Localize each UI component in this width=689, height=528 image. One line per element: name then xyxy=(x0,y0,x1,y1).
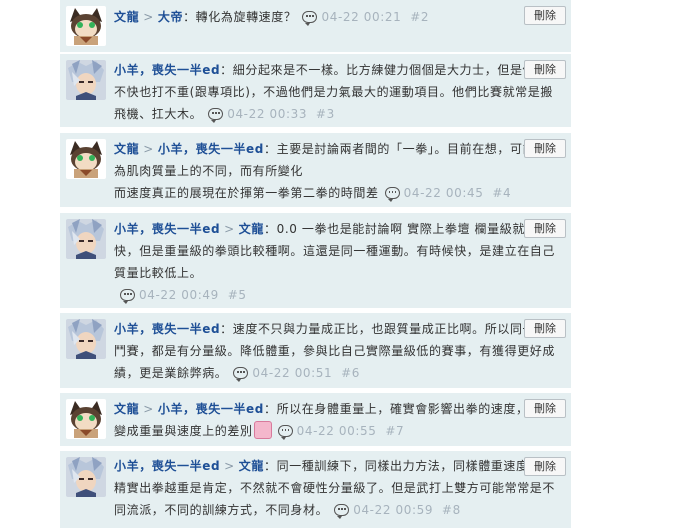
cat-avatar[interactable] xyxy=(66,399,106,439)
emoticon-icon xyxy=(253,421,272,439)
timestamp: 04-22 00:55 xyxy=(296,424,377,438)
comment-card: 文龍 > 小羊，喪失一半ed：所以在身體重量上，確實會影響出拳的速度，進而變成重量與… xyxy=(60,393,571,446)
username[interactable]: 小羊，喪失一半ed xyxy=(114,322,220,336)
reply-arrow: > xyxy=(224,459,235,473)
comment-card: 小羊，喪失一半ed：速度不只與力量成正比，也跟質量成正比啊。所以同一種格鬥賽，都… xyxy=(60,313,571,388)
username[interactable]: 小羊，喪失一半ed xyxy=(158,402,264,416)
timestamp: 04-22 00:45 xyxy=(403,186,484,200)
delete-button[interactable]: 刪除 xyxy=(524,399,566,418)
timestamp: 04-22 00:21 xyxy=(321,10,402,24)
comment-text: 小羊，喪失一半ed：速度不只與力量成正比，也跟質量成正比啊。所以同一種格鬥賽，都… xyxy=(114,318,565,384)
speech-bubble-icon[interactable] xyxy=(233,367,249,382)
comment-text: 小羊，喪失一半ed：細分起來是不一樣。比方練健力個個是大力士，但是他們跑不快也打… xyxy=(114,59,565,125)
delete-button[interactable]: 刪除 xyxy=(524,319,566,338)
speech-bubble-icon[interactable] xyxy=(208,108,224,123)
silver-hair-avatar[interactable] xyxy=(66,457,106,497)
cat-avatar[interactable] xyxy=(66,139,106,179)
comment-card: 文龍 > 小羊，喪失一半ed：主要是討論兩者間的「一拳」。目前在想，可能會因為肌肉質… xyxy=(60,133,571,207)
speech-bubble-icon[interactable] xyxy=(277,425,293,440)
silver-hair-avatar[interactable] xyxy=(66,60,106,100)
speech-bubble-icon[interactable] xyxy=(120,289,135,304)
silver-hair-avatar[interactable] xyxy=(66,219,106,259)
comment-text: 小羊，喪失一半ed > 文龍：同一種訓練下，同樣出力方法，同樣體重速度，越精實出拳越… xyxy=(114,455,565,521)
comment-thread: 文龍 > 大帝：轉化為旋轉速度？ 04-22 00:21 #2 刪除 小羊，喪失一半e… xyxy=(60,0,571,528)
username[interactable]: 小羊，喪失一半ed xyxy=(114,459,220,473)
username[interactable]: 文龍 xyxy=(114,142,139,156)
comment-text: 小羊，喪失一半ed > 文龍：0.0 一拳也是能討論啊 實際上拳壇 欄量級就是比較快… xyxy=(114,218,565,306)
comment-card: 小羊，喪失一半ed > 文龍：0.0 一拳也是能討論啊 實際上拳壇 欄量級就是比較快… xyxy=(60,213,571,308)
username[interactable]: 小羊，喪失一半ed xyxy=(114,222,220,236)
speech-bubble-icon[interactable] xyxy=(384,187,400,202)
comment-number: #5 xyxy=(227,288,247,302)
reply-arrow: > xyxy=(143,402,154,416)
comment-card: 文龍 > 大帝：轉化為旋轉速度？ 04-22 00:21 #2 刪除 xyxy=(60,0,571,52)
reply-arrow: > xyxy=(224,222,235,236)
comment-body: ：轉化為旋轉速度？ xyxy=(183,10,297,24)
comment-number: #7 xyxy=(385,424,405,438)
comment-text: 文龍 > 小羊，喪失一半ed：主要是討論兩者間的「一拳」。目前在想，可能會因為肌肉質… xyxy=(114,138,565,204)
comment-number: #2 xyxy=(410,10,430,24)
delete-button[interactable]: 刪除 xyxy=(524,457,566,476)
timestamp: 04-22 00:33 xyxy=(227,107,308,121)
speech-bubble-icon[interactable] xyxy=(302,11,318,26)
timestamp: 04-22 00:59 xyxy=(353,503,434,517)
comment-number: #4 xyxy=(492,186,512,200)
delete-button[interactable]: 刪除 xyxy=(524,6,566,25)
comment-body-line2: 而速度真正的展現在於揮第一拳第二拳的時間差 xyxy=(114,186,379,200)
speech-bubble-icon[interactable] xyxy=(334,504,350,519)
timestamp: 04-22 00:49 xyxy=(139,288,219,302)
username[interactable]: 文龍 xyxy=(239,222,264,236)
username[interactable]: 文龍 xyxy=(114,402,139,416)
delete-button[interactable]: 刪除 xyxy=(524,219,566,238)
username[interactable]: 文龍 xyxy=(239,459,264,473)
username[interactable]: 小羊，喪失一半ed xyxy=(114,63,220,77)
timestamp: 04-22 00:51 xyxy=(252,366,333,380)
username[interactable]: 小羊，喪失一半ed xyxy=(158,142,264,156)
delete-button[interactable]: 刪除 xyxy=(524,139,566,158)
comment-text: 文龍 > 大帝：轉化為旋轉速度？ 04-22 00:21 #2 xyxy=(114,6,565,28)
comment-number: #6 xyxy=(341,366,361,380)
reply-arrow: > xyxy=(143,10,154,24)
reply-arrow: > xyxy=(143,142,154,156)
comment-number: #8 xyxy=(441,503,461,517)
delete-button[interactable]: 刪除 xyxy=(524,60,566,79)
comment-card: 小羊，喪失一半ed > 文龍：同一種訓練下，同樣出力方法，同樣體重速度，越精實出拳越… xyxy=(60,451,571,528)
silver-hair-avatar[interactable] xyxy=(66,319,106,359)
cat-avatar[interactable] xyxy=(66,6,106,46)
username[interactable]: 大帝 xyxy=(158,10,183,24)
comment-number: #3 xyxy=(315,107,335,121)
comment-card: 小羊，喪失一半ed：細分起來是不一樣。比方練健力個個是大力士，但是他們跑不快也打… xyxy=(60,54,571,127)
username[interactable]: 文龍 xyxy=(114,10,139,24)
comment-text: 文龍 > 小羊，喪失一半ed：所以在身體重量上，確實會影響出拳的速度，進而變成重量與… xyxy=(114,398,565,442)
